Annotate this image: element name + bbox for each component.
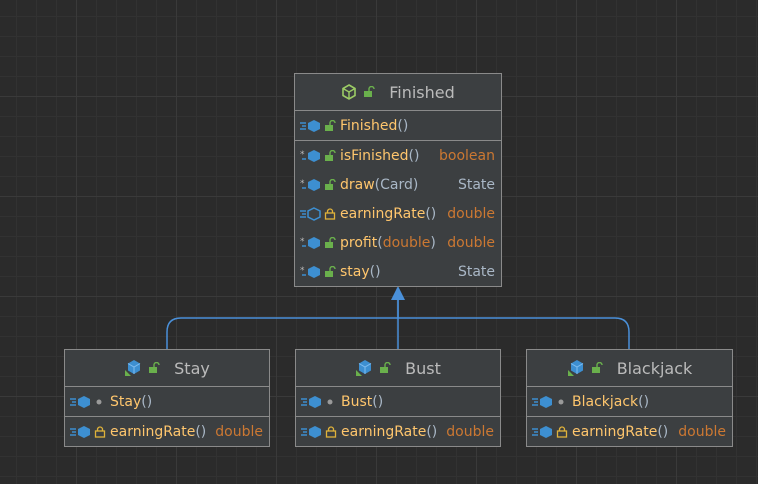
class-title: Bust (405, 358, 441, 378)
constructor-row[interactable]: Blackjack() (527, 387, 732, 416)
constructor-params: () (397, 117, 409, 134)
method-return-type: boolean (439, 147, 495, 164)
class-box-blackjack[interactable]: Blackjack Blackjack() earningRate() doub… (526, 349, 733, 447)
method-row-isfinished[interactable]: * isFinished() boolean (295, 141, 501, 170)
locked-icon (325, 425, 337, 438)
method-row-draw[interactable]: * draw(Card) State (295, 170, 501, 199)
method-return-type: double (215, 423, 263, 440)
method-param: Card (380, 176, 413, 193)
method-icon (532, 425, 554, 439)
unlocked-icon (591, 362, 603, 374)
unlocked-icon (324, 178, 336, 191)
method-return-type: double (447, 234, 495, 251)
method-return-type: double (678, 423, 726, 440)
methods-section: earningRate() double (296, 417, 500, 446)
class-header[interactable]: Bust (296, 350, 500, 387)
methods-section: earningRate() double (65, 417, 269, 446)
method-name: earningRate (110, 423, 196, 440)
class-header[interactable]: Stay (65, 350, 269, 387)
method-row-stay[interactable]: * stay() State (295, 257, 501, 286)
abstract-method-icon: * (300, 178, 322, 192)
constructor-name: Bust (341, 393, 373, 410)
constructor-section: Stay() (65, 387, 269, 417)
class-title: Blackjack (616, 358, 693, 378)
unlocked-icon (379, 362, 391, 374)
locked-icon (94, 425, 106, 438)
method-icon (301, 395, 323, 409)
method-row-earningrate[interactable]: earningRate() double (296, 417, 500, 446)
dot-icon (325, 396, 337, 408)
edge-stay-to-finished (166, 300, 399, 349)
methods-section: * isFinished() boolean * draw(Card) Stat… (295, 141, 501, 286)
class-icon (567, 359, 585, 377)
method-name: isFinished (340, 147, 409, 164)
edge-blackjack-to-finished (398, 317, 630, 349)
unlocked-icon (324, 119, 336, 132)
unlocked-icon (363, 86, 375, 98)
inheritance-arrowhead (391, 286, 405, 300)
constructor-section: Finished() (295, 111, 501, 141)
method-row-earningrate[interactable]: earningRate() double (295, 199, 501, 228)
class-title: Finished (389, 82, 455, 102)
class-icon (124, 359, 142, 377)
method-icon (70, 395, 92, 409)
method-icon (70, 425, 92, 439)
method-name: earningRate (340, 205, 426, 222)
constructor-section: Blackjack() (527, 387, 732, 417)
method-row-profit[interactable]: * profit(double) double (295, 228, 501, 257)
method-name: earningRate (572, 423, 658, 440)
constructor-name: Finished (340, 117, 398, 134)
constructor-row[interactable]: Finished() (295, 111, 501, 140)
method-return-type: double (447, 205, 495, 222)
class-icon (355, 359, 373, 377)
locked-icon (324, 207, 336, 220)
method-icon (532, 395, 554, 409)
methods-section: earningRate() double (527, 417, 732, 446)
method-icon (300, 206, 322, 221)
method-return-type: State (457, 263, 495, 280)
method-return-type: State (457, 176, 495, 193)
class-box-bust[interactable]: Bust Bust() earningRate() double (295, 349, 501, 447)
constructor-row[interactable]: Stay() (65, 387, 269, 416)
method-icon (301, 425, 323, 439)
method-name: stay (340, 263, 370, 280)
unlocked-icon (324, 236, 336, 249)
abstract-method-icon: * (300, 265, 322, 279)
class-header[interactable]: Finished (295, 74, 501, 111)
method-return-type: double (446, 423, 494, 440)
method-param: double (382, 234, 431, 251)
class-box-finished[interactable]: Finished Finished() * isFinished() boole… (294, 73, 502, 287)
unlocked-icon (148, 362, 160, 374)
constructor-row[interactable]: Bust() (296, 387, 500, 416)
class-title: Stay (174, 358, 210, 378)
method-row-earningrate[interactable]: earningRate() double (65, 417, 269, 446)
constructor-name: Blackjack (572, 393, 639, 410)
unlocked-icon (324, 265, 336, 278)
method-name: profit (340, 234, 378, 251)
abstract-method-icon: * (300, 149, 322, 163)
method-name: earningRate (341, 423, 427, 440)
method-icon (300, 119, 322, 133)
locked-icon (556, 425, 568, 438)
class-box-stay[interactable]: Stay Stay() earningRate() double (64, 349, 270, 447)
dot-icon (556, 396, 568, 408)
method-row-earningrate[interactable]: earningRate() double (527, 417, 732, 446)
abstract-class-icon (341, 84, 357, 100)
dot-icon (94, 396, 106, 408)
constructor-name: Stay (110, 393, 142, 410)
class-header[interactable]: Blackjack (527, 350, 732, 387)
unlocked-icon (324, 149, 336, 162)
method-name: draw (340, 176, 375, 193)
abstract-method-icon: * (300, 236, 322, 250)
constructor-section: Bust() (296, 387, 500, 417)
